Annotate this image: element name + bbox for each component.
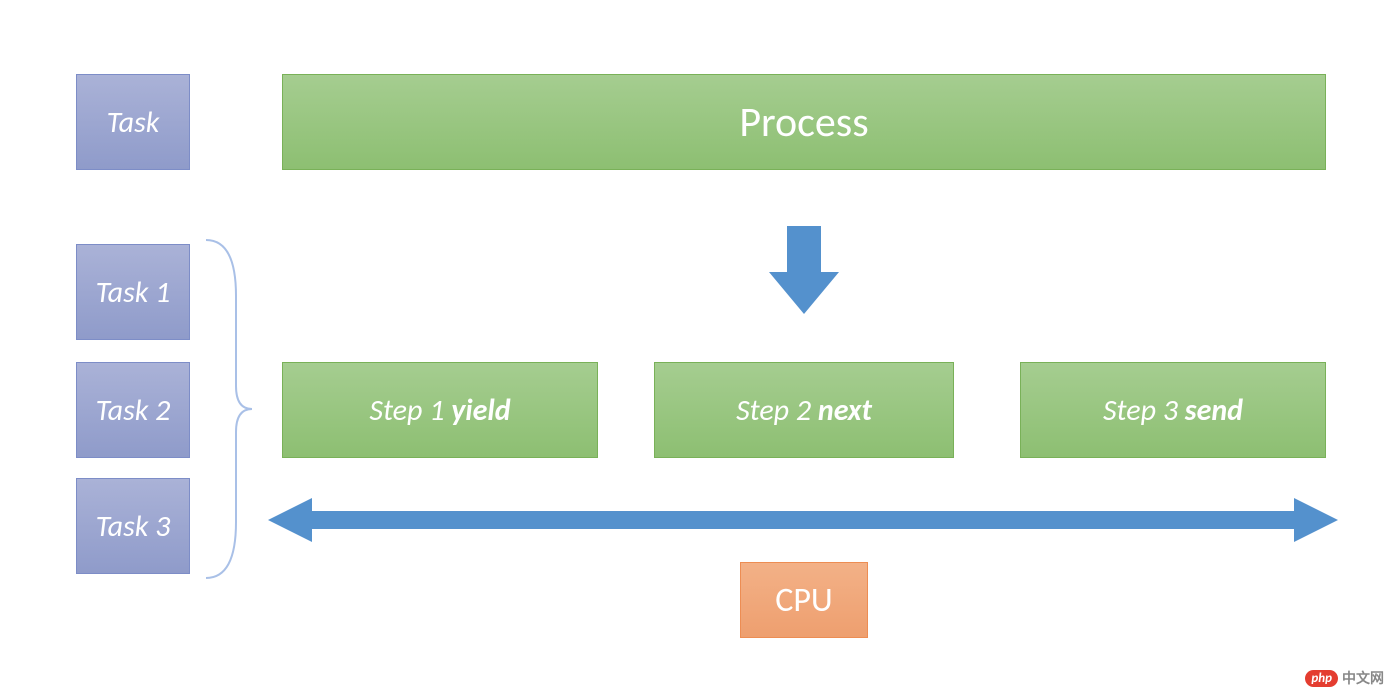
cpu-box: CPU xyxy=(740,562,868,638)
step-2-prefix: Step 2 xyxy=(736,392,818,429)
step-1-prefix: Step 1 xyxy=(369,392,451,429)
step-3-prefix: Step 3 xyxy=(1103,392,1185,429)
step-1-emph: yield xyxy=(451,392,510,429)
task-box-3: Task 3 xyxy=(76,478,190,574)
watermark-text: 中文网 xyxy=(1342,668,1384,688)
task-box-main: Task xyxy=(76,74,190,170)
step-3-box: Step 3 send xyxy=(1020,362,1326,458)
process-box: Process xyxy=(282,74,1326,170)
watermark: php 中文网 xyxy=(1305,668,1384,688)
step-3-emph: send xyxy=(1185,392,1243,429)
double-arrow-icon xyxy=(268,496,1338,544)
step-2-emph: next xyxy=(818,392,872,429)
task-box-2: Task 2 xyxy=(76,362,190,458)
down-arrow-icon xyxy=(769,226,839,316)
task-box-1: Task 1 xyxy=(76,244,190,340)
brace-icon xyxy=(198,236,258,582)
step-1-box: Step 1 yield xyxy=(282,362,598,458)
watermark-brand: php xyxy=(1305,670,1338,687)
step-2-box: Step 2 next xyxy=(654,362,954,458)
